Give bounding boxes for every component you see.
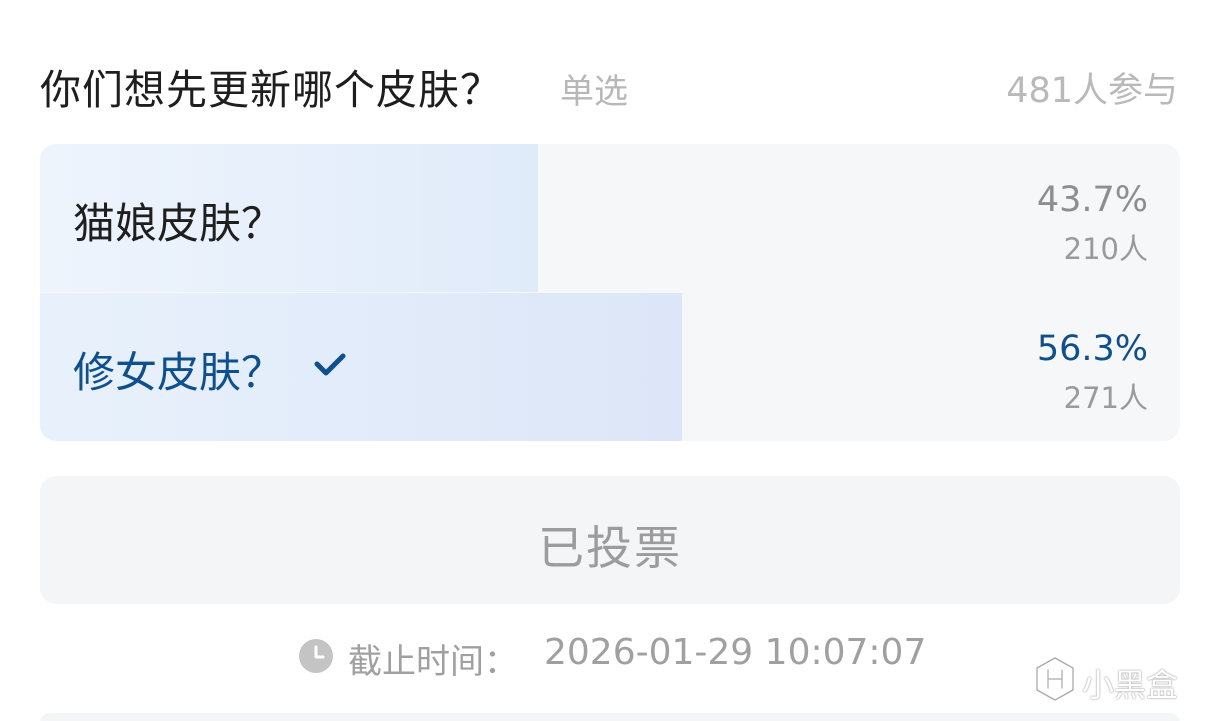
- check-icon: [314, 353, 346, 376]
- heybox-logo-icon: [1035, 656, 1075, 702]
- poll-card: 你们想先更新哪个皮肤？ 单选 481人参与 猫娘皮肤？ 43.7% 210人 修…: [0, 0, 1216, 721]
- option-vote-count: 210人: [1063, 232, 1148, 266]
- option-percent: 56.3%: [1036, 329, 1148, 369]
- poll-options: 猫娘皮肤？ 43.7% 210人 修女皮肤？ 56.3% 271人: [40, 144, 1180, 441]
- poll-type-label: 单选: [560, 72, 628, 112]
- clock-icon: [299, 639, 333, 673]
- voted-button[interactable]: 已投票: [40, 476, 1180, 604]
- option-percent: 43.7%: [1036, 180, 1148, 220]
- option-label: 修女皮肤？: [73, 348, 284, 397]
- deadline-value: 2026-01-29 10:07:07: [544, 632, 927, 673]
- poll-option-nun-skin[interactable]: 修女皮肤？ 56.3% 271人: [40, 293, 1180, 441]
- poll-option-catgirl-skin[interactable]: 猫娘皮肤？ 43.7% 210人: [40, 144, 1180, 292]
- watermark-text: 小黑盒: [1082, 666, 1179, 704]
- option-label: 猫娘皮肤？: [73, 199, 284, 248]
- poll-title: 你们想先更新哪个皮肤？: [40, 66, 502, 114]
- deadline-label: 截止时间：: [348, 642, 518, 682]
- poll-header: 你们想先更新哪个皮肤？ 单选 481人参与: [40, 52, 1178, 114]
- option-vote-count: 271人: [1063, 381, 1148, 415]
- next-card-edge: [40, 713, 1180, 721]
- participant-count: 481人参与: [1006, 71, 1178, 111]
- voted-button-label: 已投票: [538, 521, 682, 575]
